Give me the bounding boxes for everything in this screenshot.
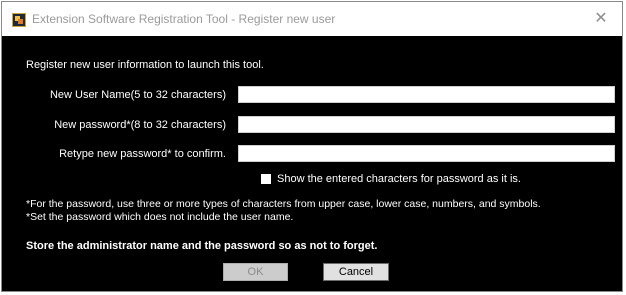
intro-text: Register new user information to launch … (26, 59, 264, 71)
close-icon[interactable]: ✕ (590, 8, 612, 30)
username-rule-note: *Set the password which does not include… (26, 211, 294, 223)
username-input[interactable] (238, 86, 615, 103)
retype-password-input[interactable] (238, 145, 615, 162)
warning-text: Store the administrator name and the pas… (26, 240, 378, 252)
retype-password-label: Retype new password* to confirm. (59, 148, 226, 160)
title-bar[interactable]: Extension Software Registration Tool - R… (2, 2, 622, 36)
password-input[interactable] (238, 116, 615, 133)
window-title: Extension Software Registration Tool - R… (32, 12, 336, 26)
app-icon (12, 13, 26, 27)
username-label: New User Name(5 to 32 characters) (49, 89, 226, 101)
register-user-dialog: Extension Software Registration Tool - R… (1, 1, 623, 292)
password-label: New password*(8 to 32 characters) (54, 119, 226, 131)
dialog-content: Register new user information to launch … (2, 36, 622, 291)
cancel-button[interactable]: Cancel (323, 263, 389, 281)
show-password-label[interactable]: Show the entered characters for password… (277, 173, 521, 185)
password-rule-note: *For the password, use three or more typ… (26, 198, 541, 210)
show-password-checkbox[interactable] (261, 174, 271, 184)
ok-button[interactable]: OK (223, 263, 288, 281)
